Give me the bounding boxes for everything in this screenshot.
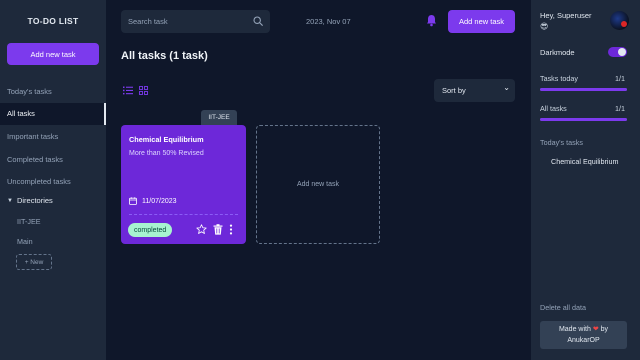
task-date-text: 11/07/2023 <box>142 197 177 205</box>
page-title: All tasks (1 task) <box>121 50 208 62</box>
todays-tasks-heading: Today's tasks <box>540 138 583 147</box>
sort-select[interactable]: Sort by ⌄ <box>434 79 515 102</box>
nav-todays-tasks[interactable]: Today's tasks <box>0 80 106 103</box>
progress-fill-tasks-today <box>540 88 627 91</box>
grid-view-icon[interactable] <box>139 86 148 95</box>
new-directory-button[interactable]: + New <box>16 254 52 270</box>
trash-icon[interactable] <box>213 224 223 235</box>
progress-fill-all-tasks <box>540 118 627 121</box>
add-task-card[interactable]: Add new task <box>256 125 380 244</box>
nav-important-tasks[interactable]: Important tasks <box>0 125 106 148</box>
directories-label: Directories <box>16 196 53 205</box>
nav-all-tasks[interactable]: All tasks <box>0 102 106 126</box>
footer-credit: Made with ❤ by AnukarOP <box>540 321 627 349</box>
chevron-down-icon: ⌄ <box>503 83 510 92</box>
stat-count-all-tasks: 1/1 <box>615 104 625 113</box>
progress-bar-tasks-today <box>540 88 627 91</box>
sidebar-add-task-button[interactable]: Add new task <box>7 43 99 65</box>
status-badge[interactable]: completed <box>128 223 173 237</box>
search-input[interactable] <box>128 17 246 26</box>
search-bar <box>121 10 270 33</box>
stat-label-tasks-today: Tasks today <box>540 74 578 83</box>
sort-label: Sort by <box>442 86 466 95</box>
task-date: 11/07/2023 <box>129 197 177 205</box>
directory-item-main[interactable]: Main <box>17 237 33 246</box>
user-greeting: Hey, Superuser <box>540 11 592 20</box>
progress-bar-all-tasks <box>540 118 627 121</box>
card-divider <box>129 214 238 215</box>
task-description: More than 50% Revised <box>129 150 204 157</box>
stat-count-tasks-today: 1/1 <box>615 74 625 83</box>
footer-made-with: Made with <box>558 326 591 333</box>
bell-icon[interactable] <box>426 14 437 27</box>
directories-toggle[interactable]: ▼ Directories <box>7 196 53 205</box>
task-card[interactable]: Chemical Equilibrium More than 50% Revis… <box>121 125 246 244</box>
user-emoji: 😎 <box>540 22 549 31</box>
nav-uncompleted-tasks[interactable]: Uncompleted tasks <box>0 170 106 193</box>
stat-label-all-tasks: All tasks <box>540 104 567 113</box>
delete-all-data-button[interactable]: Delete all data <box>540 303 586 312</box>
left-sidebar: TO-DO LIST Add new task Today's tasks Al… <box>0 0 106 360</box>
search-icon[interactable] <box>253 16 263 26</box>
darkmode-toggle[interactable] <box>608 47 627 57</box>
current-date: 2023, Nov 07 <box>306 17 351 26</box>
directory-item-iit-jee[interactable]: IIT-JEE <box>17 217 41 226</box>
task-actions <box>196 224 233 235</box>
todays-task-item[interactable]: Chemical Equilibrium <box>551 157 619 166</box>
task-title: Chemical Equilibrium <box>129 135 204 144</box>
heart-icon: ❤ <box>592 326 599 333</box>
footer-by: by <box>600 326 609 333</box>
right-sidebar: Hey, Superuser 😎 Darkmode Tasks today 1/… <box>531 0 640 360</box>
avatar[interactable] <box>610 11 629 30</box>
task-directory-tag[interactable]: IIT-JEE <box>201 110 237 125</box>
calendar-icon <box>129 197 137 205</box>
footer-author[interactable]: AnukarOP <box>567 337 599 344</box>
nav-completed-tasks[interactable]: Completed tasks <box>0 148 106 171</box>
darkmode-label: Darkmode <box>540 48 575 57</box>
toggle-knob <box>618 48 626 56</box>
list-view-icon[interactable] <box>123 86 133 95</box>
more-options-icon[interactable] <box>229 224 233 235</box>
sidebar-nav: Today's tasks All tasks Important tasks … <box>0 80 106 193</box>
star-icon[interactable] <box>196 224 207 235</box>
chevron-down-icon: ▼ <box>7 197 13 204</box>
app-title: TO-DO LIST <box>27 16 79 26</box>
header-add-task-button[interactable]: Add new task <box>448 10 515 33</box>
